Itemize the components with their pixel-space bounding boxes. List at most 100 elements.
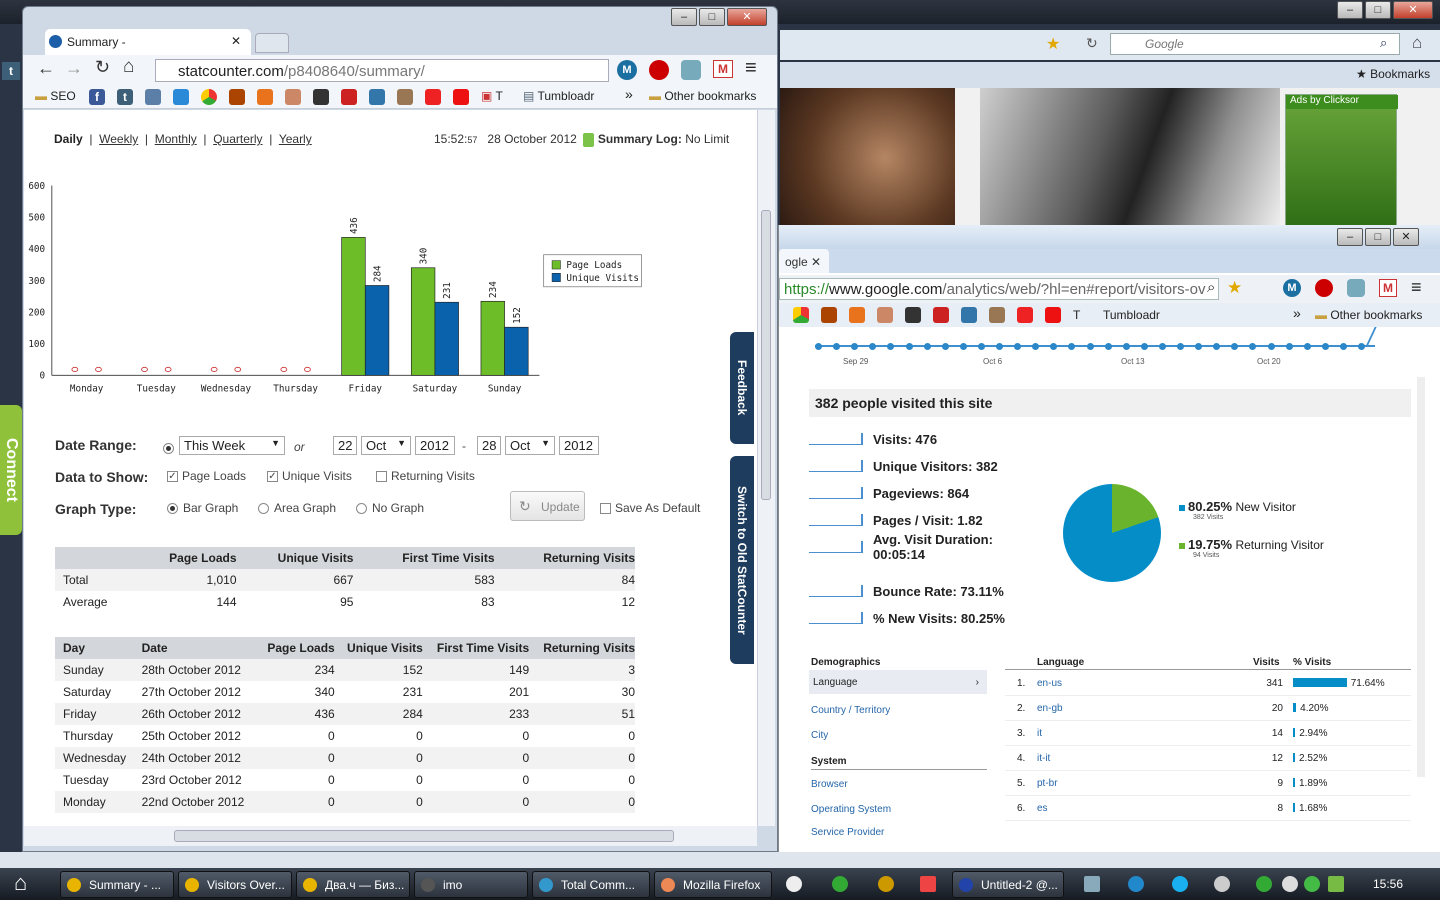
no-graph-radio[interactable]: No Graph (356, 501, 424, 515)
chart-point[interactable] (1068, 342, 1076, 350)
chart-point[interactable] (1177, 342, 1184, 350)
facebook-icon[interactable]: f (89, 89, 105, 105)
bar-page-loads[interactable] (410, 267, 436, 376)
language-link[interactable]: pt-br (1037, 778, 1058, 789)
chevron-more-icon[interactable]: » (625, 86, 633, 102)
tray-icon[interactable] (920, 876, 936, 892)
bookmark-icon[interactable] (425, 89, 441, 105)
tumblr-icon[interactable]: t (2, 62, 20, 80)
star-icon[interactable]: ★ (1227, 278, 1242, 298)
taskbar-item[interactable]: Total Comm... (532, 871, 650, 898)
gif-thumbnail[interactable] (980, 88, 1280, 228)
bookmark-icon[interactable] (989, 307, 1005, 323)
chart-point[interactable] (941, 342, 949, 350)
star-icon[interactable]: ★ (1046, 34, 1060, 54)
taskbar-item[interactable]: Mozilla Firefox (654, 871, 772, 898)
to-day-field[interactable]: 28 (477, 436, 501, 455)
from-month-select[interactable]: Oct ▼ (361, 436, 411, 455)
back-icon[interactable]: ← (37, 58, 55, 79)
home-icon[interactable]: ⌂ (1412, 33, 1422, 53)
reload-icon[interactable]: ↻ (1086, 35, 1098, 52)
demo-city-link[interactable]: City (811, 730, 828, 741)
search-icon[interactable]: ⌕ (1207, 279, 1215, 296)
period-weekly[interactable]: Weekly (99, 132, 138, 146)
chart-point[interactable] (1303, 342, 1311, 350)
chart-point[interactable] (1032, 342, 1040, 350)
bar-unique-visits[interactable] (364, 285, 390, 376)
column-header[interactable]: Page Loads (255, 637, 335, 659)
statcounter-minimize-button[interactable]: – (671, 8, 697, 26)
column-header[interactable]: Unique Visits (334, 637, 423, 659)
tray-icon[interactable] (1084, 876, 1100, 892)
scroll-thumb[interactable] (174, 830, 674, 842)
new-vs-returning-pie[interactable] (1063, 484, 1161, 582)
chrome-icon[interactable] (793, 307, 809, 323)
xda-icon[interactable] (229, 89, 245, 105)
gmail-icon[interactable]: M (713, 60, 733, 78)
language-row[interactable]: 5. pt-br 9 1.89% (1005, 771, 1411, 796)
analytics-minimize-button[interactable]: – (1337, 228, 1363, 246)
chart-point[interactable] (1195, 342, 1203, 350)
analytics-scrollbar[interactable] (1417, 377, 1425, 777)
xda-icon[interactable] (821, 307, 837, 323)
ad-box[interactable]: Ads by Clicksor (1285, 94, 1398, 230)
column-header[interactable]: Page Loads (131, 547, 237, 569)
bookmark-icon[interactable] (369, 89, 385, 105)
date-range-preset-radio[interactable] (163, 443, 174, 455)
language-row[interactable]: 3. it 14 2.94% (1005, 721, 1411, 746)
firefox-search-input[interactable]: Google (1110, 33, 1400, 55)
bookmark-icon[interactable] (933, 307, 949, 323)
column-header[interactable]: Day (55, 637, 134, 659)
c-icon[interactable] (257, 89, 273, 105)
bookmark-icon[interactable] (961, 307, 977, 323)
language-row[interactable]: 2. en-gb 20 4.20% (1005, 696, 1411, 721)
taskbar-item[interactable]: Summary - ... (60, 871, 174, 898)
taskbar-item[interactable]: imo (414, 871, 528, 898)
stop-icon[interactable] (1315, 279, 1333, 297)
chart-point[interactable] (815, 342, 822, 350)
vk-icon[interactable] (145, 89, 161, 105)
statcounter-maximize-button[interactable]: □ (699, 8, 725, 26)
column-header[interactable]: Returning Visits (529, 637, 635, 659)
bookmark-icon[interactable] (1017, 307, 1033, 323)
chart-point[interactable] (1267, 342, 1275, 350)
demo-country-link[interactable]: Country / Territory (811, 705, 890, 716)
tumblr-icon[interactable]: t (117, 89, 133, 105)
close-icon[interactable]: ✕ (231, 34, 241, 48)
steam-icon[interactable] (1214, 876, 1230, 892)
taskbar-item[interactable]: Visitors Over... (178, 871, 292, 898)
gif-thumbnail[interactable] (780, 88, 955, 228)
extension-m-icon[interactable]: M (1283, 279, 1301, 297)
from-year-field[interactable]: 2012 (415, 436, 455, 455)
skype-icon[interactable] (1172, 876, 1188, 892)
chart-point[interactable] (959, 342, 967, 350)
tray-icon[interactable] (1304, 876, 1320, 892)
taskbar-item[interactable]: Untitled-2 @... (952, 871, 1064, 898)
from-day-field[interactable]: 22 (333, 436, 357, 455)
bar-page-loads[interactable] (341, 237, 366, 376)
extension-icon[interactable] (1347, 279, 1365, 297)
utorrent-icon[interactable] (832, 876, 848, 892)
area-graph-radio[interactable]: Area Graph (258, 501, 336, 515)
statcounter-horizontal-scrollbar[interactable] (24, 826, 757, 846)
chart-point[interactable] (1358, 342, 1365, 350)
tray-icon[interactable] (786, 876, 802, 892)
chart-point[interactable] (1339, 342, 1347, 350)
bookmark-icon[interactable] (285, 89, 301, 105)
feedback-side-tab[interactable]: Feedback (730, 332, 754, 444)
chart-point[interactable] (1285, 342, 1293, 350)
bookmark-t[interactable]: T (1073, 308, 1080, 322)
chart-point[interactable] (923, 342, 931, 350)
analytics-address-bar[interactable]: https://www.google.com/analytics/web/?hl… (779, 278, 1219, 300)
column-header[interactable]: Date (133, 637, 256, 659)
period-monthly[interactable]: Monthly (155, 132, 197, 146)
chart-point[interactable] (1122, 342, 1130, 350)
statcounter-vertical-scrollbar[interactable] (757, 110, 775, 826)
chart-point[interactable] (977, 342, 985, 350)
c-icon[interactable] (849, 307, 865, 323)
start-home-icon[interactable]: ⌂ (14, 870, 27, 896)
chart-point[interactable] (905, 342, 913, 350)
statcounter-address-bar[interactable]: statcounter.com/p8408640/summary/ (155, 59, 609, 82)
gmail-icon[interactable]: M (1379, 279, 1397, 297)
chart-point[interactable] (996, 342, 1003, 350)
